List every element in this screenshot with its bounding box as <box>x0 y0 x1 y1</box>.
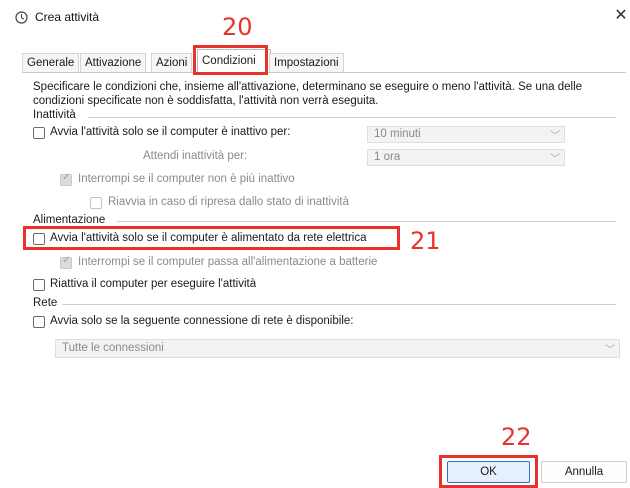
stop-on-battery-checkbox[interactable] <box>60 255 72 269</box>
annotation-21: 21 <box>410 227 441 255</box>
clock-icon <box>15 11 28 24</box>
restart-checkbox[interactable] <box>90 197 102 209</box>
title-bar: Crea attività ✕ <box>0 0 630 40</box>
chevron-down-icon: ﹀ <box>550 131 560 142</box>
highlight-ac-power <box>23 226 400 250</box>
chevron-down-icon: ﹀ <box>550 154 560 165</box>
annotation-22: 22 <box>501 423 532 451</box>
idle-duration-value: 10 minuti <box>374 128 421 140</box>
section-label-alimentazione: Alimentazione <box>33 214 106 226</box>
highlight-ok-button <box>439 455 538 488</box>
chevron-down-icon: ﹀ <box>605 345 615 356</box>
tab-impostazioni[interactable]: Impostazioni <box>269 53 344 73</box>
tab-label: Attivazione <box>85 57 142 69</box>
section-divider <box>88 117 616 118</box>
cancel-button-label: Annulla <box>564 466 604 478</box>
tab-label: Impostazioni <box>274 57 339 69</box>
section-divider <box>117 221 616 222</box>
wake-label: Riattiva il computer per eseguire l'atti… <box>50 278 257 290</box>
stop-if-not-idle-checkbox[interactable] <box>60 172 72 186</box>
section-label-inattivita: Inattività <box>33 109 76 121</box>
idle-duration-select[interactable]: 10 minuti ﹀ <box>367 126 565 143</box>
section-label-rete: Rete <box>33 297 58 309</box>
tab-label: Azioni <box>156 57 188 69</box>
restart-label: Riavvia in caso di ripresa dallo stato d… <box>108 196 349 208</box>
intro-line-2: condizioni specificate non è soddisfatta… <box>33 95 379 107</box>
wait-label: Attendi inattività per: <box>143 150 248 162</box>
wait-duration-select[interactable]: 1 ora ﹀ <box>367 149 565 166</box>
section-divider <box>62 304 616 305</box>
tab-attivazione[interactable]: Attivazione <box>80 53 147 73</box>
intro-line-1: Specificare le condizioni che, insieme a… <box>33 81 583 93</box>
idle-label: Avvia l'attività solo se il computer è i… <box>50 126 291 138</box>
wait-duration-value: 1 ora <box>374 151 401 163</box>
wake-checkbox[interactable] <box>33 279 45 291</box>
cancel-button[interactable]: Annulla <box>541 461 627 483</box>
idle-checkbox[interactable] <box>33 127 45 139</box>
tab-azioni[interactable]: Azioni <box>151 53 193 73</box>
tab-generale[interactable]: Generale <box>22 53 80 73</box>
tab-label: Generale <box>27 57 75 69</box>
highlight-tab-condizioni <box>193 45 268 75</box>
network-select[interactable]: Tutte le connessioni ﹀ <box>55 339 620 358</box>
stop-on-battery-label: Interrompi se il computer passa all'alim… <box>78 256 378 268</box>
network-value: Tutte le connessioni <box>62 342 164 354</box>
network-label: Avvia solo se la seguente connessione di… <box>50 315 354 327</box>
annotation-20: 20 <box>222 13 253 41</box>
stop-if-not-idle-label: Interrompi se il computer non è più inat… <box>78 173 295 185</box>
window-title: Crea attività <box>35 10 100 24</box>
close-icon[interactable]: ✕ <box>612 5 630 25</box>
network-checkbox[interactable] <box>33 316 45 328</box>
